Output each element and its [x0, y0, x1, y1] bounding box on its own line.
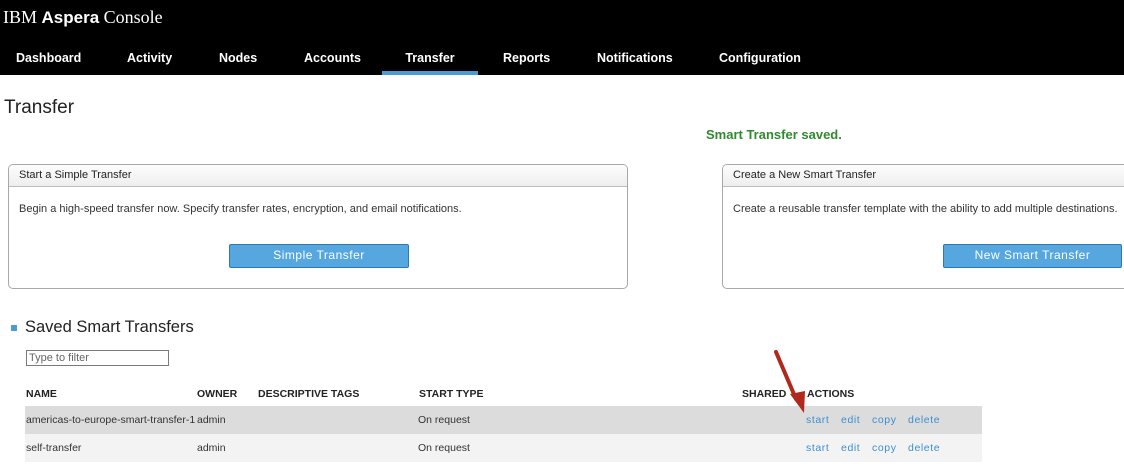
nav-transfer[interactable]: Transfer [382, 40, 478, 75]
transfer-owner: admin [197, 442, 226, 454]
column-header-shared[interactable]: SHARED [742, 388, 786, 400]
simple-transfer-panel: Start a Simple Transfer Begin a high-spe… [8, 164, 628, 289]
smart-transfer-panel: Create a New Smart Transfer Create a reu… [722, 164, 1124, 289]
start-link[interactable]: start [806, 434, 829, 462]
edit-link[interactable]: edit [841, 434, 860, 462]
app-logo[interactable]: IBM Aspera Console [3, 7, 163, 28]
top-bar: IBM Aspera Console Dashboard Activity No… [0, 0, 1124, 75]
delete-link[interactable]: delete [908, 434, 940, 462]
brand-suffix: Console [103, 7, 163, 27]
delete-link[interactable]: delete [908, 406, 940, 434]
column-header-start-type[interactable]: START TYPE [419, 388, 484, 400]
start-link[interactable]: start [806, 406, 829, 434]
nav-notifications[interactable]: Notifications [597, 40, 673, 75]
saved-transfers-title: Saved Smart Transfers [25, 318, 194, 336]
column-header-tags[interactable]: DESCRIPTIVE TAGS [258, 388, 359, 400]
copy-link[interactable]: copy [872, 406, 897, 434]
section-bullet-icon [11, 325, 17, 331]
table-row[interactable]: americas-to-europe-smart-transfer-1 admi… [25, 406, 982, 434]
nav-reports[interactable]: Reports [503, 40, 550, 75]
edit-link[interactable]: edit [841, 406, 860, 434]
filter-input[interactable] [26, 350, 169, 366]
simple-transfer-description: Begin a high-speed transfer now. Specify… [19, 203, 462, 215]
nav-nodes[interactable]: Nodes [219, 40, 257, 75]
status-message: Smart Transfer saved. [706, 127, 842, 142]
copy-link[interactable]: copy [872, 434, 897, 462]
brand-name: Aspera [41, 8, 100, 27]
smart-transfer-description: Create a reusable transfer template with… [733, 203, 1118, 215]
column-header-actions: ACTIONS [807, 388, 855, 400]
column-header-name[interactable]: NAME [26, 388, 57, 400]
transfer-name: americas-to-europe-smart-transfer-1 [26, 414, 196, 426]
transfer-name: self-transfer [26, 442, 82, 454]
transfer-start-type: On request [418, 414, 470, 426]
simple-transfer-panel-header: Start a Simple Transfer [9, 165, 627, 187]
smart-transfer-panel-header: Create a New Smart Transfer [723, 165, 1124, 187]
simple-transfer-button[interactable]: Simple Transfer [229, 244, 409, 268]
nav-accounts[interactable]: Accounts [304, 40, 361, 75]
page-title: Transfer [4, 97, 75, 118]
transfer-start-type: On request [418, 442, 470, 454]
nav-dashboard[interactable]: Dashboard [16, 40, 81, 75]
nav-configuration[interactable]: Configuration [719, 40, 801, 75]
nav-activity[interactable]: Activity [127, 40, 172, 75]
table-row[interactable]: self-transfer admin On request start edi… [25, 434, 982, 462]
transfer-owner: admin [197, 414, 226, 426]
new-smart-transfer-button[interactable]: New Smart Transfer [943, 244, 1122, 268]
brand-prefix: IBM [3, 7, 38, 27]
column-header-owner[interactable]: OWNER [197, 388, 237, 400]
